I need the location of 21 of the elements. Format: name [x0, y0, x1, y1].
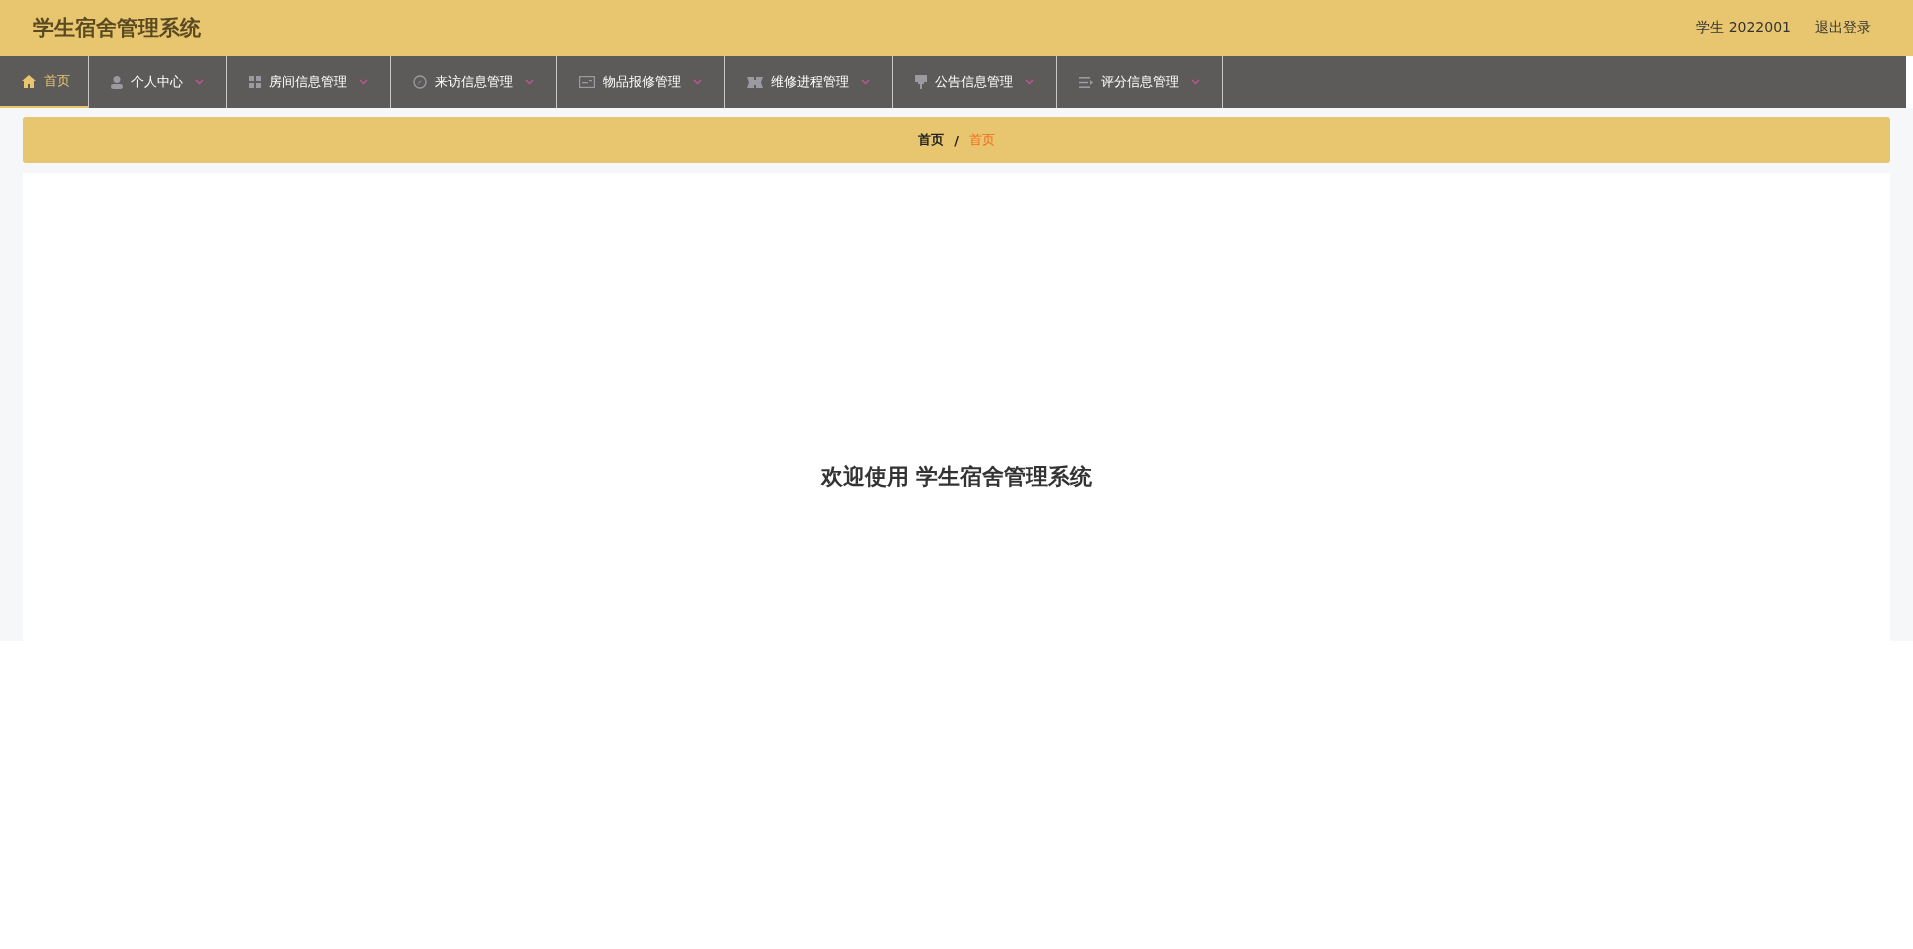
chevron-down-icon — [525, 79, 534, 85]
brush-icon — [915, 75, 927, 89]
logout-link[interactable]: 退出登录 — [1815, 19, 1871, 37]
chevron-down-icon — [1025, 79, 1034, 85]
ticket-icon — [747, 76, 763, 88]
chevron-down-icon — [693, 79, 702, 85]
user-icon — [111, 75, 123, 89]
chevron-down-icon — [1191, 79, 1200, 85]
breadcrumb-link[interactable]: 首页 — [918, 131, 945, 149]
user-label: 学生 2022001 — [1696, 19, 1791, 37]
grid-icon — [249, 76, 261, 88]
compass-icon — [413, 75, 427, 89]
home-icon — [22, 74, 36, 88]
chevron-down-icon — [195, 79, 204, 85]
list-icon — [1079, 76, 1093, 88]
welcome-heading: 欢迎使用 学生宿舍管理系统 — [820, 463, 1093, 491]
chevron-down-icon — [359, 79, 368, 85]
breadcrumb-separator: / — [954, 132, 959, 148]
chevron-down-icon — [861, 79, 870, 85]
card-icon — [579, 76, 595, 88]
app-title: 学生宿舍管理系统 — [33, 15, 201, 42]
